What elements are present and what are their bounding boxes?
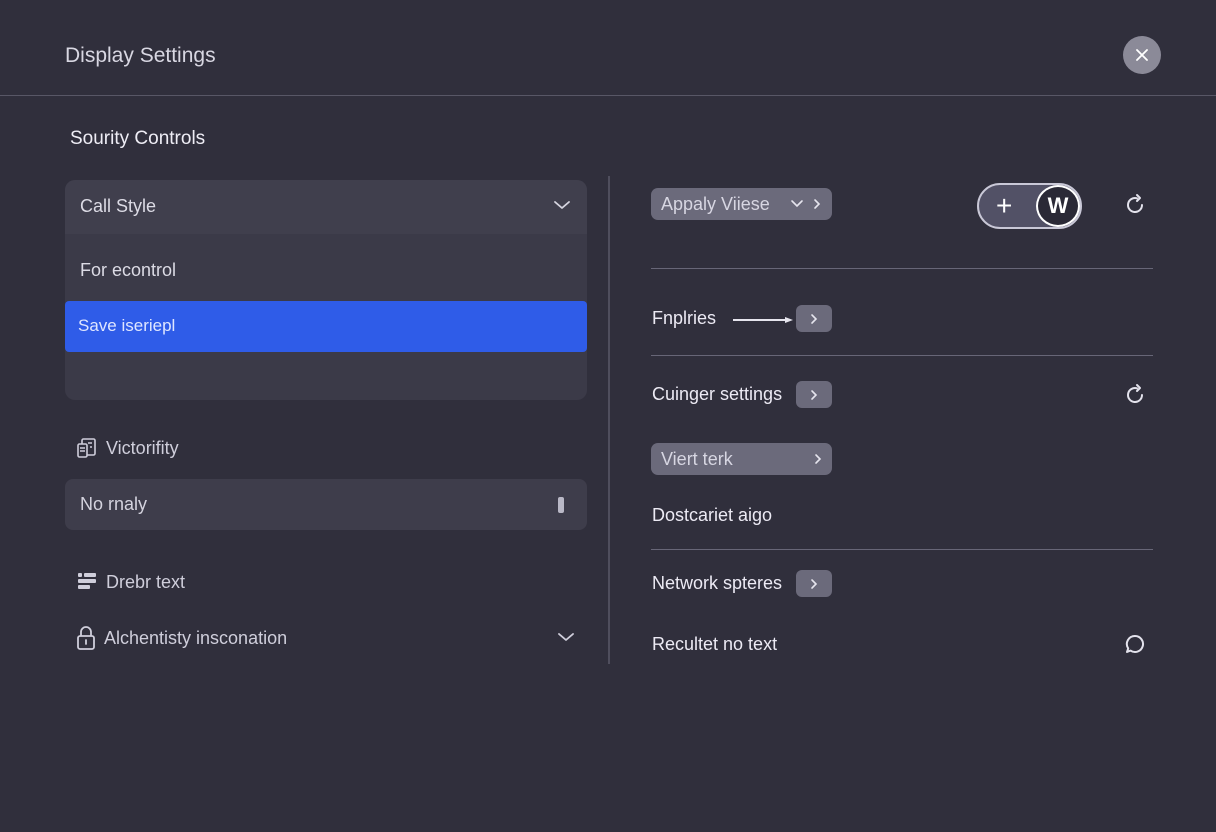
apply-view-pill[interactable]: Appaly Viiese (651, 188, 832, 220)
no-rnaly-field[interactable]: No rnaly (65, 479, 587, 530)
chevron-down-icon (554, 201, 570, 209)
dialog-header: Display Settings (0, 0, 1216, 96)
alchentisty-label: Alchentisty insconation (104, 627, 288, 648)
victorifity-label: Victorifity (106, 437, 179, 458)
section-title: Sourity Controls (70, 128, 206, 149)
dropdown-label: Call Style (80, 196, 157, 216)
divider (651, 549, 1153, 550)
network-label: Network spteres (652, 573, 783, 593)
refresh-icon[interactable] (1123, 193, 1147, 217)
fnplries-button[interactable] (796, 305, 832, 332)
refresh-icon[interactable] (1123, 383, 1147, 407)
dostcariet-label: Dostcariet aigo (652, 505, 773, 525)
view-terk-pill[interactable]: Viert terk (651, 443, 832, 475)
fnplries-label: Fnplries (652, 308, 717, 328)
chevron-right-icon (811, 389, 818, 400)
divider (651, 355, 1153, 356)
chevron-right-icon (811, 313, 818, 324)
chevron-right-icon (814, 199, 821, 209)
victorifity-row: Victorifity (76, 437, 179, 459)
plus-icon: + (996, 190, 1013, 221)
chevron-right-icon (811, 578, 818, 589)
column-divider (608, 176, 610, 664)
text-list-icon (78, 573, 96, 589)
call-style-dropdown[interactable]: Call Style For econtrol Save iseriepl (65, 180, 587, 400)
arrow-right-icon (733, 317, 793, 323)
drebr-text-label: Drebr text (106, 571, 186, 592)
dropdown-option-selected[interactable]: Save iseriepl (65, 301, 587, 352)
page-title: Display Settings (65, 44, 216, 67)
dropdown-option[interactable]: For econtrol (80, 260, 176, 281)
toggle-knob[interactable]: W (1036, 185, 1080, 227)
recultet-label: Recultet no text (652, 634, 778, 654)
alchentisty-row[interactable]: Alchentisty insconation (76, 625, 287, 651)
chevron-down-icon[interactable] (557, 631, 575, 643)
chevron-down-icon (791, 200, 803, 208)
drebr-text-row: Drebr text (76, 571, 185, 593)
network-button[interactable] (796, 570, 832, 597)
field-value: No rnaly (80, 494, 148, 514)
selected-option-label: Save iseriepl (78, 316, 176, 335)
cuinger-settings-button[interactable] (796, 381, 832, 408)
slider-handle[interactable] (558, 497, 564, 513)
chat-bubble-icon[interactable] (1123, 632, 1147, 656)
close-button[interactable] (1123, 36, 1161, 74)
toggle-switch[interactable]: + W (977, 183, 1082, 229)
chevron-right-icon (815, 454, 822, 464)
dropdown-header[interactable]: Call Style (65, 180, 587, 234)
cuinger-settings-label: Cuinger settings (652, 384, 783, 404)
document-icon (77, 438, 96, 458)
divider (651, 268, 1153, 269)
view-terk-label: Viert terk (661, 448, 733, 469)
apply-view-label: Appaly Viiese (661, 193, 770, 214)
close-icon (1136, 49, 1148, 61)
lock-icon (77, 626, 95, 650)
